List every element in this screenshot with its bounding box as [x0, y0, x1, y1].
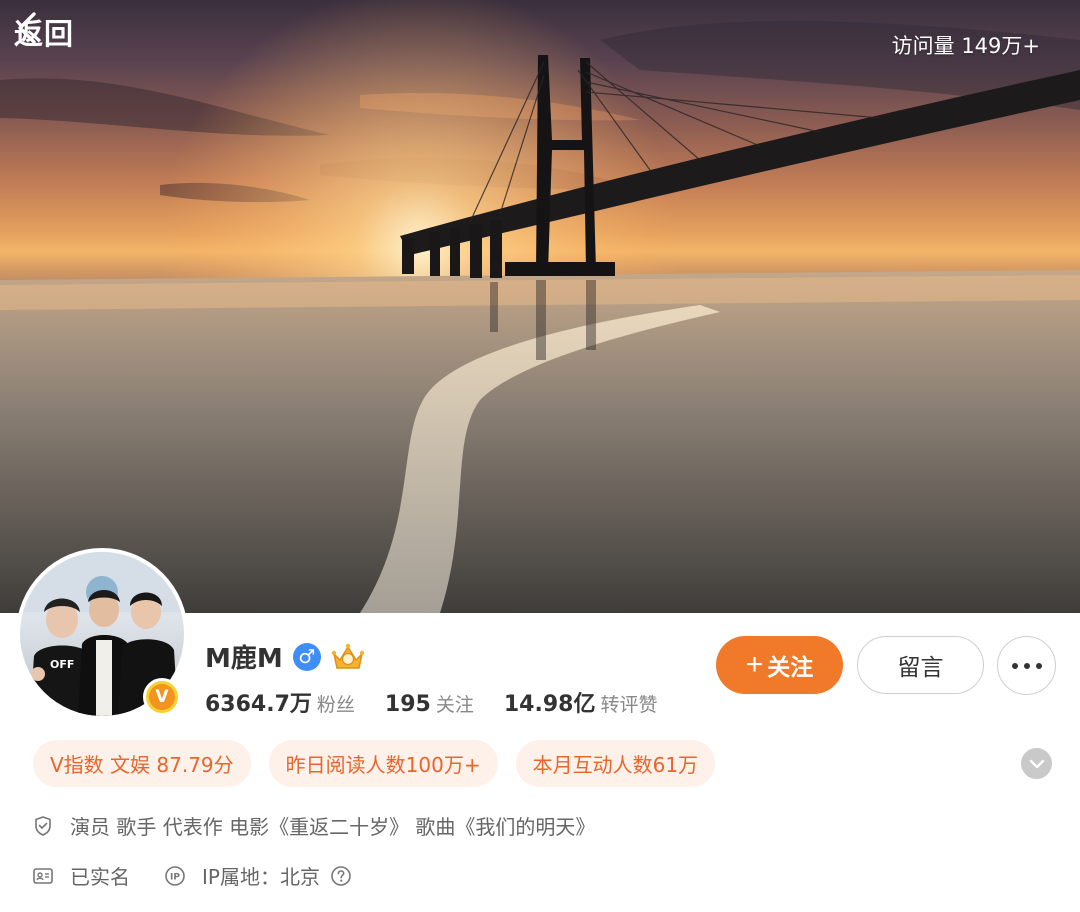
verified-badge: V — [143, 678, 181, 716]
follow-button[interactable]: + 关注 — [716, 636, 843, 694]
gender-male-icon: ♂ — [292, 642, 321, 671]
identity-row: 已实名 IP IP属地：北京 — [32, 861, 368, 890]
ip-icon: IP — [165, 865, 185, 886]
chevron-left-icon — [18, 12, 36, 44]
crown-badge-icon[interactable] — [331, 642, 365, 672]
cover-image[interactable]: 返回 访问量 149万+ — [0, 0, 1080, 613]
profile-stats: 6364.7万 粉丝 195 关注 14.98亿 转评赞 — [205, 686, 687, 718]
svg-text:IP: IP — [170, 872, 180, 882]
question-icon[interactable] — [330, 865, 352, 887]
stat-label: 关注 — [435, 694, 474, 716]
expand-button[interactable] — [1021, 748, 1052, 779]
tag-monthly-interactions[interactable]: 本月互动人数61万 — [515, 740, 716, 787]
stat-engagement[interactable]: 14.98亿 转评赞 — [504, 686, 658, 718]
bio-text: 演员 歌手 代表作 电影《重返二十岁》 歌曲《我们的明天》 — [70, 815, 596, 839]
ip-location-text: IP属地：北京 — [202, 865, 320, 889]
stat-label: 转评赞 — [600, 694, 658, 716]
stat-value: 14.98亿 — [503, 692, 596, 717]
id-card-icon — [33, 867, 53, 884]
stat-value: 195 — [384, 692, 431, 717]
svg-text:OFF: OFF — [50, 658, 74, 671]
profile-name-row: M鹿M ♂ — [205, 638, 365, 675]
back-button[interactable]: 返回 — [14, 10, 74, 54]
realname-status: 已实名 — [70, 865, 130, 889]
stat-following[interactable]: 195 关注 — [385, 690, 474, 717]
shield-check-icon — [35, 815, 51, 836]
follow-label: 关注 — [767, 654, 814, 680]
ip-location: IP IP属地：北京 — [164, 861, 368, 890]
tag-daily-readers[interactable]: 昨日阅读人数100万+ — [268, 740, 498, 787]
dot — [1023, 662, 1030, 669]
profile-tags: V指数 文娱 87.79分 昨日阅读人数100万+ 本月互动人数61万 — [33, 740, 716, 787]
dot — [1035, 662, 1042, 669]
cover-scene — [0, 0, 1080, 613]
dot — [1011, 662, 1018, 669]
message-button[interactable]: 留言 — [857, 636, 984, 694]
tag-v-index[interactable]: V指数 文娱 87.79分 — [33, 740, 251, 787]
bio-row: 演员 歌手 代表作 电影《重返二十岁》 歌曲《我们的明天》 — [32, 811, 595, 840]
stat-label: 粉丝 — [316, 694, 355, 716]
profile-name: M鹿M — [205, 644, 283, 674]
verified-v-icon: V — [149, 684, 175, 710]
more-dots-icon[interactable] — [997, 636, 1056, 695]
stat-fans[interactable]: 6364.7万 粉丝 — [205, 686, 355, 718]
chevron-down-icon — [1029, 759, 1044, 768]
plus-icon: + — [745, 648, 764, 681]
visit-count: 访问量 149万+ — [891, 34, 1040, 58]
stat-value: 6364.7万 — [205, 692, 312, 717]
